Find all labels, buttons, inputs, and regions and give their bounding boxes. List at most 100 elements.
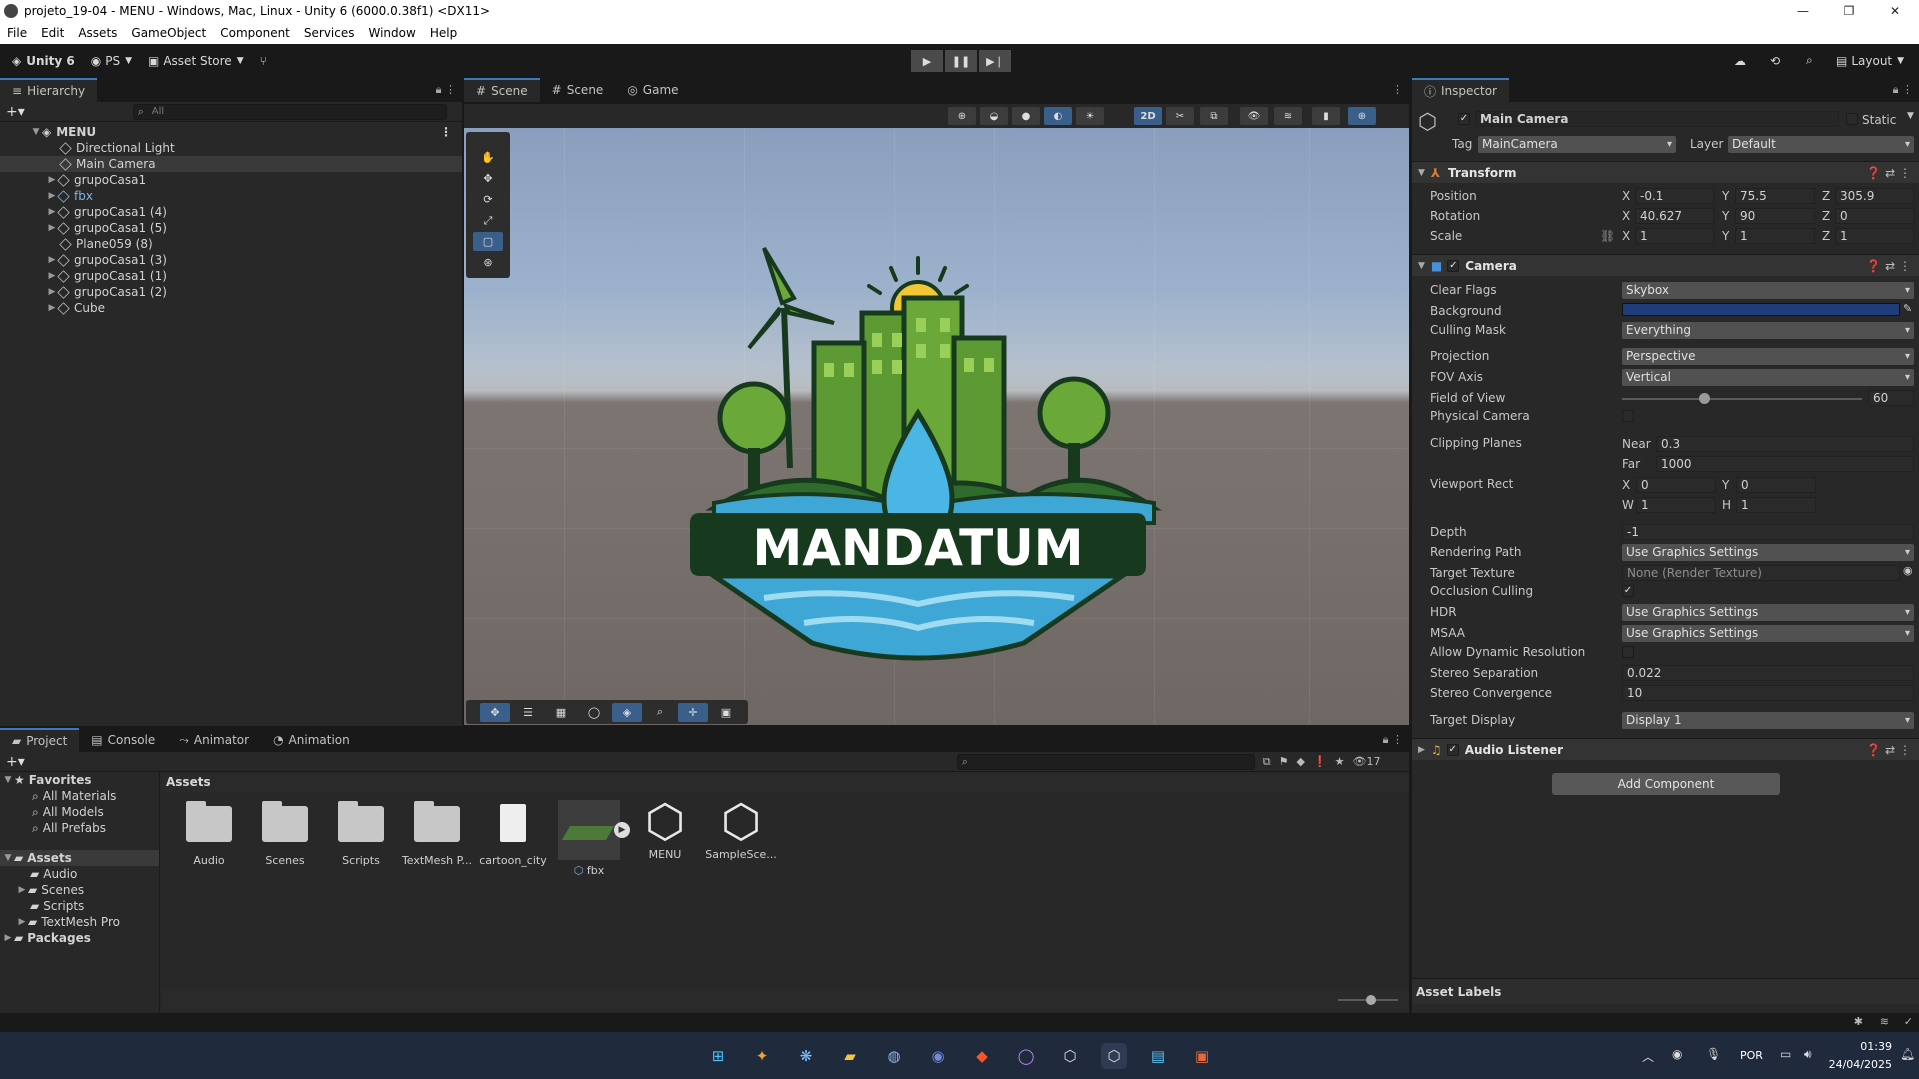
project-breadcrumb[interactable]: Assets: [162, 774, 1409, 792]
fov-slider-thumb[interactable]: [1698, 393, 1710, 404]
sphere-icon[interactable]: ◯: [579, 703, 609, 722]
steam-icon[interactable]: ◍: [881, 1043, 907, 1069]
network-icon[interactable]: ▭: [1780, 1047, 1791, 1061]
position-z-field[interactable]: 305.9: [1835, 188, 1915, 204]
zoom-icon[interactable]: ⌕: [645, 703, 675, 722]
asset-labels-section[interactable]: Asset Labels: [1412, 978, 1919, 1004]
scale-y-field[interactable]: 1: [1735, 228, 1815, 244]
hierarchy-item[interactable]: ▶ grupoCasa1 (5): [0, 220, 462, 236]
camera-dropdown[interactable]: ▮: [1312, 107, 1340, 125]
hierarchy-item[interactable]: ▶ grupoCasa1 (2): [0, 284, 462, 300]
rotation-x-field[interactable]: 40.627: [1635, 208, 1715, 224]
hierarchy-item[interactable]: Plane059 (8): [0, 236, 462, 252]
volume-icon[interactable]: 🔊︎: [1804, 1047, 1812, 1062]
asset-folder-textmeshpro[interactable]: TextMesh P...: [400, 801, 474, 867]
warning-icon[interactable]: ❗: [1313, 755, 1327, 768]
panel-options[interactable]: 🔒︎ ⋮: [1893, 83, 1913, 97]
target-display-dropdown[interactable]: Display 1: [1622, 712, 1914, 729]
expand-arrow-icon[interactable]: ▼: [2, 775, 14, 785]
rotation-z-field[interactable]: 0: [1835, 208, 1915, 224]
hierarchy-item[interactable]: ▶ grupoCasa1 (3): [0, 252, 462, 268]
expand-arrow-icon[interactable]: ▶: [2, 933, 14, 943]
visibility-toggle[interactable]: 👁︎: [1240, 107, 1268, 125]
dynamic-resolution-checkbox[interactable]: [1622, 646, 1634, 658]
target-texture-field[interactable]: None (Render Texture): [1622, 565, 1900, 581]
minimize-button[interactable]: —: [1780, 0, 1826, 22]
favorite-item[interactable]: ⌕ All Materials: [0, 788, 159, 804]
github-icon[interactable]: ◯: [1013, 1043, 1039, 1069]
menu-services[interactable]: Services: [297, 26, 362, 40]
shading-shaded-button[interactable]: ●: [1012, 107, 1040, 125]
play-button[interactable]: ▶: [911, 50, 943, 72]
component-actions[interactable]: ❓ ⇄ ⋮: [1866, 743, 1911, 757]
powerpoint-icon[interactable]: ▣: [1189, 1043, 1215, 1069]
asset-scene-samplescene[interactable]: ⬡ SampleSce...: [704, 798, 778, 861]
move-tool-icon[interactable]: ✥: [473, 169, 503, 188]
fov-axis-dropdown[interactable]: Vertical: [1622, 369, 1914, 386]
shading-unlit-button[interactable]: ◐: [1044, 107, 1072, 125]
kebab-menu-icon[interactable]: ⋮: [1902, 83, 1913, 96]
asset-store-button[interactable]: ▣ Asset Store ▼: [140, 50, 252, 72]
hand-tool-icon[interactable]: ✋: [473, 148, 503, 167]
center-icon[interactable]: ✛: [678, 702, 708, 722]
folder-item[interactable]: ▶ ▰ Scenes: [0, 882, 159, 898]
hierarchy-item[interactable]: ▶ grupoCasa1 (4): [0, 204, 462, 220]
tab-scene[interactable]: # Scene: [464, 78, 540, 102]
close-button[interactable]: ✕: [1872, 0, 1918, 22]
cloud-button[interactable]: ☁: [1726, 50, 1754, 72]
hidden-count-icon[interactable]: 👁︎17: [1353, 755, 1381, 768]
near-field[interactable]: 0.3: [1656, 436, 1914, 452]
shading-wireframe-button[interactable]: ◒: [980, 107, 1008, 125]
app-icon[interactable]: ✦: [749, 1043, 775, 1069]
checkmark-circle-icon[interactable]: ✓: [1904, 1015, 1913, 1028]
foldout-arrow-icon[interactable]: ▼: [1418, 168, 1425, 178]
chevron-down-icon[interactable]: ▼: [1907, 111, 1914, 121]
hierarchy-item[interactable]: Directional Light: [0, 140, 462, 156]
maximize-button[interactable]: ❐: [1826, 0, 1872, 22]
packages-row[interactable]: ▶ ▰ Packages: [0, 930, 159, 946]
static-checkbox[interactable]: [1846, 113, 1858, 125]
tag-dropdown[interactable]: MainCamera: [1478, 136, 1676, 153]
brave-icon[interactable]: ◆: [969, 1043, 995, 1069]
history-button[interactable]: ⟲: [1762, 50, 1788, 72]
language-indicator[interactable]: POR: [1740, 1049, 1763, 1062]
panel-options[interactable]: 🔒︎ ⋮: [1383, 733, 1403, 747]
tab-game[interactable]: ◎ Game: [615, 78, 690, 102]
scale-tool-icon[interactable]: ⤢: [473, 211, 503, 230]
rotate-tool-icon[interactable]: ⟳: [473, 190, 503, 209]
copilot-icon[interactable]: ❋: [793, 1043, 819, 1069]
bug-icon[interactable]: ✱: [1854, 1015, 1863, 1028]
scene-viewport[interactable]: MANDATUM: [464, 128, 1409, 725]
rendering-path-dropdown[interactable]: Use Graphics Settings: [1622, 544, 1914, 561]
camera-header[interactable]: ▼ ■ ✓ Camera ❓ ⇄ ⋮: [1412, 254, 1919, 276]
notification-bell-icon[interactable]: 🔔︎: [1900, 1047, 1915, 1061]
favorites-row[interactable]: ▼ ★ Favorites: [0, 772, 159, 788]
stereo-separation-field[interactable]: 0.022: [1622, 665, 1914, 681]
tab-inspector[interactable]: ⓘ Inspector: [1412, 78, 1509, 102]
camera-preview-icon[interactable]: ▣: [711, 703, 741, 722]
fov-slider-track[interactable]: [1622, 398, 1862, 400]
viewport-h-field[interactable]: 1: [1736, 497, 1816, 513]
position-x-field[interactable]: -0.1: [1635, 188, 1715, 204]
component-actions[interactable]: ❓ ⇄ ⋮: [1866, 166, 1911, 180]
audio-toggle[interactable]: ✂: [1166, 107, 1194, 125]
viewport-x-field[interactable]: 0: [1636, 477, 1716, 493]
menu-window[interactable]: Window: [362, 26, 423, 40]
version-control-button[interactable]: ⑂: [252, 50, 275, 72]
notepad-icon[interactable]: ▤: [1145, 1043, 1171, 1069]
tray-chevron-icon[interactable]: ︿: [1642, 1048, 1654, 1065]
position-y-field[interactable]: 75.5: [1735, 188, 1815, 204]
hierarchy-item[interactable]: ▶ Cube: [0, 300, 462, 316]
filter-type-icon[interactable]: ⧉: [1263, 755, 1271, 769]
create-asset-button[interactable]: +▾: [6, 754, 25, 770]
eyedropper-icon[interactable]: ✎: [1903, 302, 1912, 315]
camera-enabled-checkbox[interactable]: ✓: [1447, 259, 1460, 272]
audio-listener-header[interactable]: ▶ ♫ ✓ Audio Listener ❓ ⇄ ⋮: [1412, 738, 1919, 760]
menu-component[interactable]: Component: [213, 26, 297, 40]
expand-arrow-icon[interactable]: ▶: [16, 885, 28, 895]
step-button[interactable]: ▶❘: [979, 50, 1011, 72]
folder-item[interactable]: ▶ ▰ TextMesh Pro: [0, 914, 159, 930]
folder-item[interactable]: ▰ Scripts: [0, 898, 159, 914]
menu-gameobject[interactable]: GameObject: [124, 26, 213, 40]
layer-dropdown[interactable]: Default: [1728, 136, 1914, 153]
